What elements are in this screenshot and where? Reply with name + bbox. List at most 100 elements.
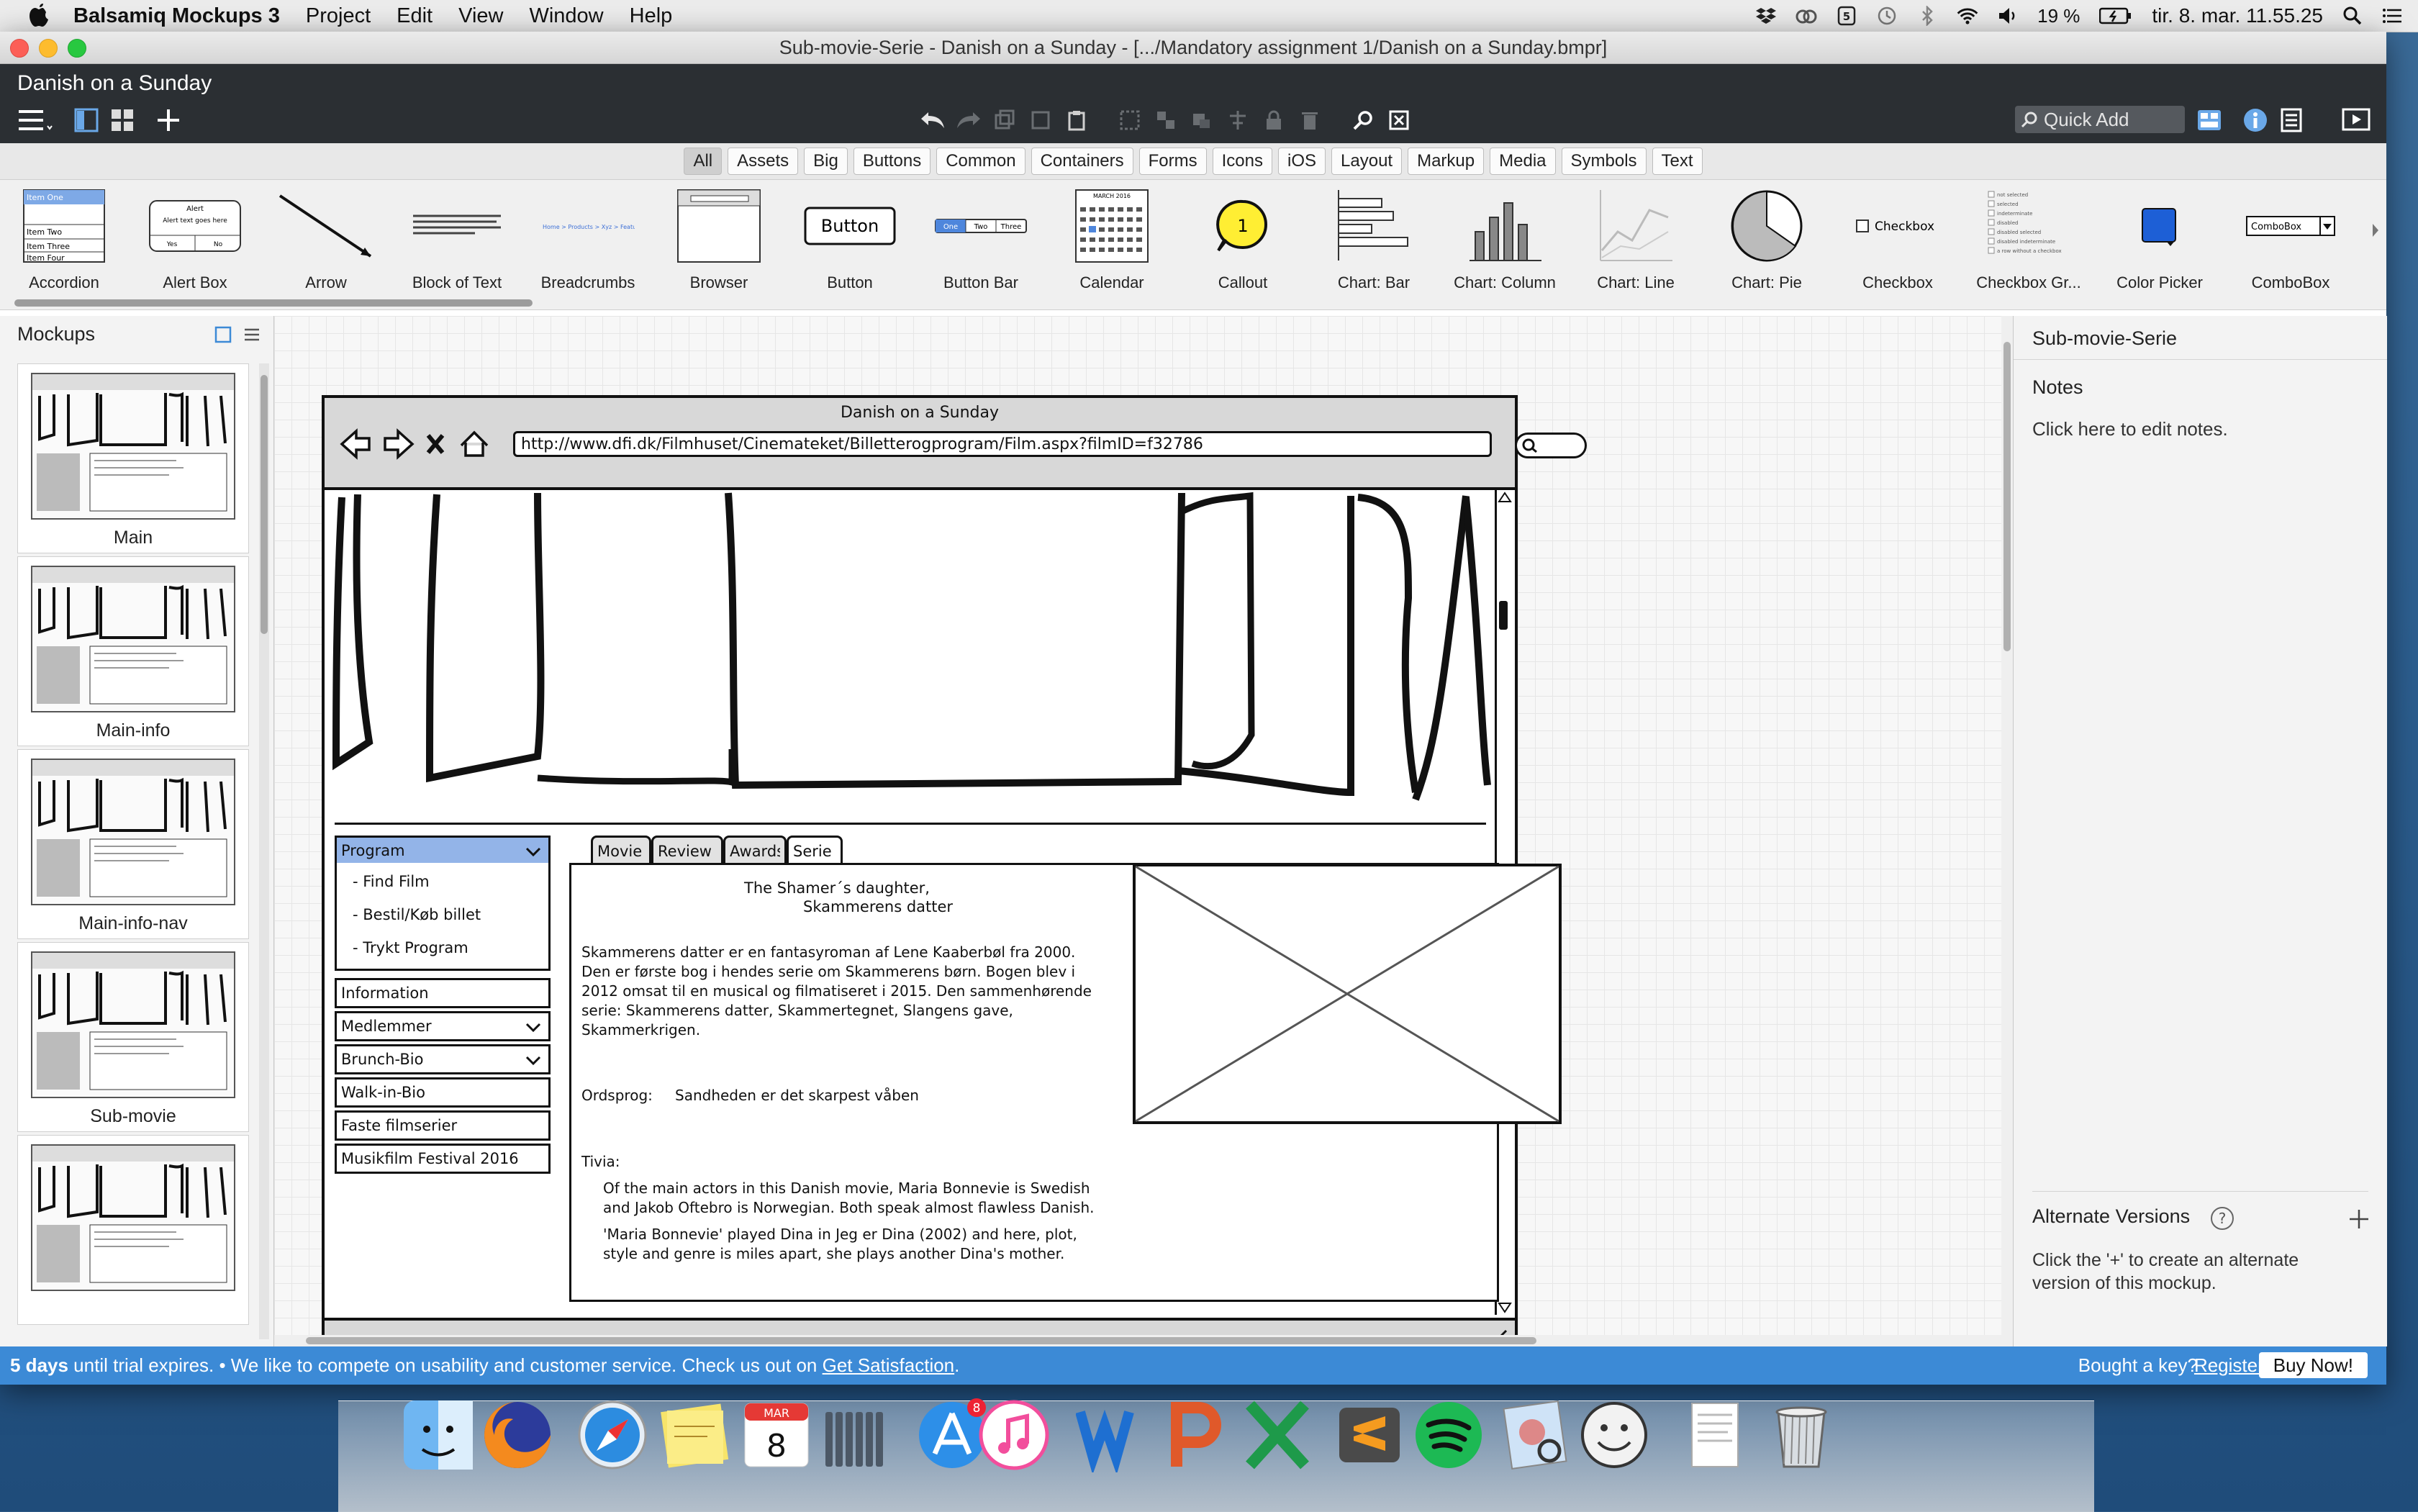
menubar-clock[interactable]: tir. 8. mar. 11.55.25 [2152,4,2323,27]
stickies-icon[interactable] [652,1393,737,1477]
nav-sub-print[interactable]: - Trykt Program [353,939,468,956]
duplicate-icon[interactable] [990,106,1019,135]
back-arrow-icon[interactable] [340,428,371,460]
component-browser[interactable]: Browser [658,187,780,302]
undo-icon[interactable] [918,106,947,135]
menu-window[interactable]: Window [529,4,603,28]
dropbox-icon[interactable] [1755,5,1777,27]
bluetooth-icon[interactable] [1916,5,1938,27]
finder-icon[interactable] [396,1393,481,1477]
nav-medlemmer[interactable]: Medlemmer [335,1011,551,1041]
paste-icon[interactable] [1062,106,1091,135]
canvas-vertical-scrollbar[interactable] [2001,316,2013,1346]
category-ios[interactable]: iOS [1278,148,1326,175]
nav-program[interactable]: Program [335,836,551,866]
forward-arrow-icon[interactable] [384,428,415,460]
component-button-bar[interactable]: One Two Three Button Bar [920,187,1042,302]
full-screen-icon[interactable] [1385,106,1413,135]
notes-icon[interactable] [2277,106,2306,135]
mockup-name[interactable]: Sub-movie-Serie [2032,327,2177,350]
arrange-icon[interactable] [1187,106,1216,135]
tab-serie[interactable]: Serie [787,836,843,864]
category-layout[interactable]: Layout [1331,148,1403,175]
minimize-window-button[interactable] [39,39,58,58]
browser-mockup[interactable]: Danish on a Sunday http://www.dfi.dk/Fil… [322,395,1587,1355]
component-breadcrumbs[interactable]: Home > Products > Xyz > Features Breadcru… [527,187,649,302]
apple-icon[interactable] [26,3,52,29]
category-forms[interactable]: Forms [1138,148,1207,175]
stop-icon[interactable] [426,434,445,454]
wifi-icon[interactable] [1957,5,1978,27]
component-checkbox-gr[interactable]: not selected selected indeterminate disable… [1968,187,2090,302]
word-icon[interactable] [1071,1393,1156,1477]
category-buttons[interactable]: Buttons [853,148,931,175]
menu-help[interactable]: Help [630,4,673,28]
excel-icon[interactable] [1235,1393,1320,1477]
category-text[interactable]: Text [1652,148,1703,175]
zoom-window-button[interactable] [68,39,86,58]
scroll-thumb[interactable] [1499,601,1508,630]
category-containers[interactable]: Containers [1031,148,1133,175]
nav-sub-find-film[interactable]: - Find Film [353,873,430,890]
launchpad-icon[interactable] [813,1393,898,1477]
delete-icon[interactable] [1295,106,1324,135]
add-alternate-icon[interactable] [2348,1208,2370,1233]
safari-icon[interactable] [570,1393,655,1477]
sublime-icon[interactable] [1327,1393,1412,1477]
firefox-icon[interactable] [475,1393,560,1477]
mockup-thumbnail[interactable]: Main-info-nav [17,749,249,939]
redo-icon[interactable] [954,106,983,135]
spotify-icon[interactable] [1406,1393,1491,1477]
menu-view[interactable]: View [458,4,503,28]
category-big[interactable]: Big [804,148,848,175]
canvas-horizontal-scrollbar[interactable] [274,1335,2001,1346]
category-icons[interactable]: Icons [1212,148,1273,175]
category-common[interactable]: Common [936,148,1025,175]
category-all[interactable]: All [684,148,723,175]
notification-center-icon[interactable] [2382,5,2404,27]
mockup-thumbnail[interactable]: Sub-movie [17,942,249,1132]
toggle-panel-icon[interactable] [72,106,101,135]
calendar-icon[interactable]: MAR 8 [734,1393,819,1477]
scroll-down-icon[interactable] [1497,1300,1513,1315]
component-callout[interactable]: 1 Callout [1182,187,1304,302]
component-chart-column[interactable]: Chart: Column [1444,187,1566,302]
presentation-icon[interactable] [2342,106,2371,135]
mockup-thumbnail[interactable]: Main-info [17,556,249,746]
smiley-icon[interactable] [1572,1393,1657,1477]
nav-walk-in-bio[interactable]: Walk-in-Bio [335,1077,551,1108]
menu-edit[interactable]: Edit [397,4,433,28]
nav-faste-filmserier[interactable]: Faste filmserier [335,1110,551,1141]
component-chart-bar[interactable]: Chart: Bar [1313,187,1435,302]
window-titlebar[interactable]: Sub-movie-Serie - Danish on a Sunday - [… [0,32,2386,64]
battery-charging-icon[interactable] [2098,5,2133,27]
component-checkbox[interactable]: Checkbox Checkbox [1837,187,1959,302]
get-satisfaction-link[interactable]: Get Satisfaction [823,1354,955,1377]
document-icon[interactable] [1672,1393,1757,1477]
category-assets[interactable]: Assets [728,148,799,175]
html5-icon[interactable]: 5 [1836,5,1857,27]
ui-library-icon[interactable] [2195,106,2224,135]
align-icon[interactable] [1223,106,1252,135]
hamburger-menu-icon[interactable] [16,106,55,135]
group-icon[interactable] [1115,106,1144,135]
tab-awards[interactable]: Awards [723,836,787,864]
nav-information[interactable]: Information [335,978,551,1008]
itunes-icon[interactable] [972,1393,1056,1477]
url-bar[interactable]: http://www.dfi.dk/Filmhuset/Cinemateket/… [513,431,1492,457]
tab-movie[interactable]: Movie [591,836,651,864]
spotlight-icon[interactable] [2342,5,2363,27]
mockup-thumbnail[interactable]: Main [17,363,249,553]
mockup-thumbnail[interactable] [17,1135,249,1325]
time-machine-icon[interactable] [1876,5,1898,27]
nav-sub-book[interactable]: - Bestil/Køb billet [353,906,481,923]
info-icon[interactable] [2241,106,2270,135]
tab-review[interactable]: Review [651,836,723,864]
component-block-of-text[interactable]: Block of Text [396,187,518,302]
find-icon[interactable] [1349,106,1377,135]
component-arrow[interactable]: Arrow [265,187,387,302]
quick-add-input[interactable]: Quick Add [2015,106,2185,133]
buy-now-button[interactable]: Buy Now! [2258,1352,2368,1378]
add-mockup-icon[interactable] [154,106,183,135]
ungroup-icon[interactable] [1151,106,1180,135]
